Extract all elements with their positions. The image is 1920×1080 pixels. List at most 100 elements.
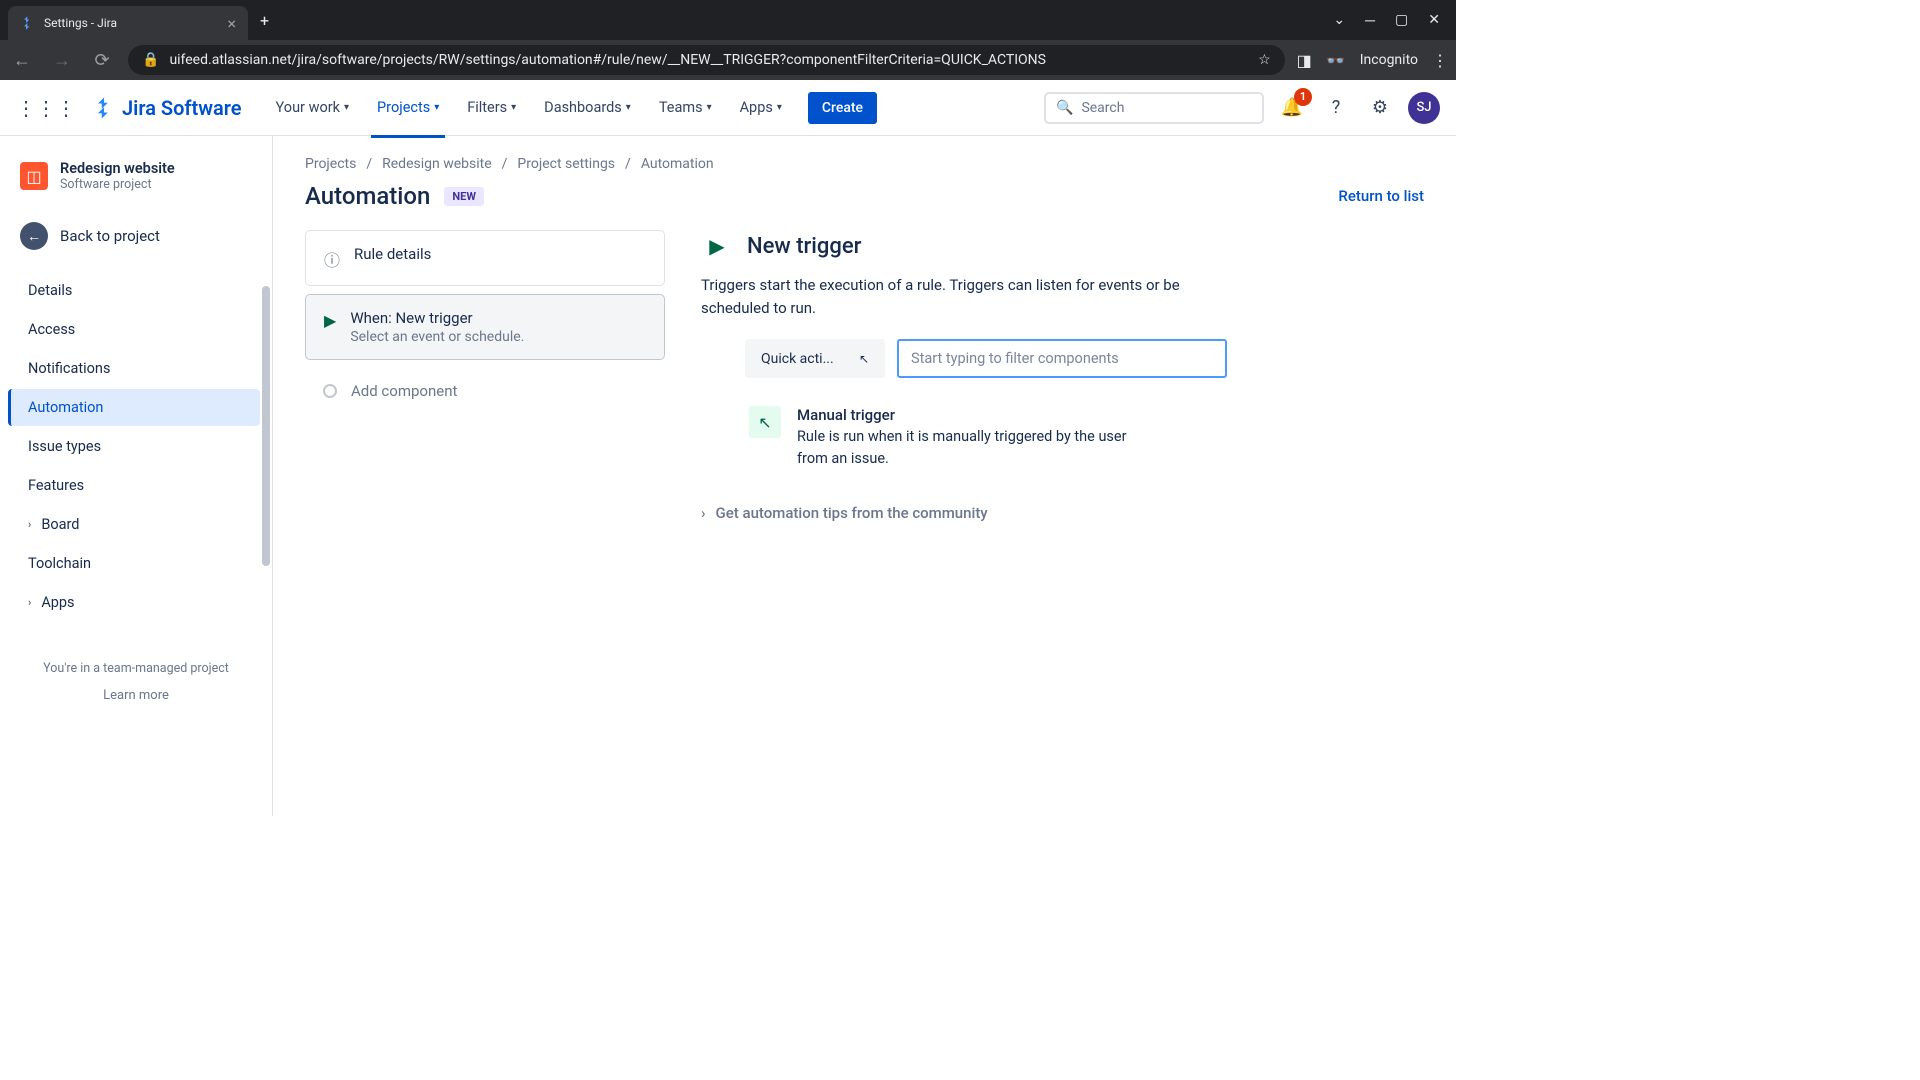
- new-badge: NEW: [444, 187, 484, 206]
- rule-details-card[interactable]: ⓘ Rule details: [305, 230, 665, 286]
- jira-header: ⋮⋮⋮ Jira Software Your work▾ Projects▾ F…: [0, 80, 1456, 136]
- chevron-down-icon: ▾: [344, 102, 349, 113]
- breadcrumb-projects[interactable]: Projects: [305, 156, 356, 172]
- chevron-right-icon: ›: [28, 518, 31, 531]
- filter-components-input[interactable]: [897, 339, 1227, 378]
- add-component-button[interactable]: Add component: [305, 368, 665, 414]
- project-icon: ◫: [20, 162, 48, 190]
- info-icon: ⓘ: [324, 247, 340, 271]
- help-button[interactable]: ?: [1320, 92, 1352, 124]
- nav-dashboards[interactable]: Dashboards▾: [534, 91, 641, 124]
- browser-tab[interactable]: Settings - Jira ×: [8, 6, 248, 40]
- star-icon[interactable]: ☆: [1258, 52, 1271, 68]
- product-name: Jira Software: [122, 96, 242, 120]
- trigger-description: Rule is run when it is manually triggere…: [797, 426, 1141, 470]
- search-input[interactable]: 🔍 Search: [1044, 92, 1264, 124]
- search-placeholder: Search: [1081, 100, 1124, 116]
- nav-projects[interactable]: Projects▾: [367, 91, 449, 124]
- back-to-project-link[interactable]: ← Back to project: [8, 212, 264, 260]
- play-icon: ▶: [324, 311, 336, 330]
- nav-teams[interactable]: Teams▾: [649, 91, 722, 124]
- browser-tab-bar: Settings - Jira × + ⌄ ─ ▢ ✕: [0, 0, 1456, 40]
- manual-trigger-icon: ↖: [749, 406, 781, 438]
- quick-actions-dropdown[interactable]: Quick acti... ↖: [745, 339, 885, 378]
- jira-logo[interactable]: Jira Software: [92, 96, 242, 120]
- forward-icon[interactable]: →: [48, 50, 76, 71]
- page-title: Automation: [305, 182, 430, 210]
- app-switcher-icon[interactable]: ⋮⋮⋮: [16, 96, 76, 120]
- settings-button[interactable]: ⚙: [1364, 92, 1396, 124]
- sidebar-item-apps[interactable]: ›Apps: [12, 584, 260, 621]
- incognito-icon: 👓: [1326, 51, 1346, 70]
- chevron-right-icon: ›: [28, 596, 31, 609]
- jira-logo-icon: [92, 96, 116, 120]
- back-icon[interactable]: ←: [8, 50, 36, 71]
- scrollbar[interactable]: [262, 286, 270, 566]
- new-tab-button[interactable]: +: [260, 11, 269, 30]
- chevron-down-icon: ▾: [511, 102, 516, 113]
- extensions-icon[interactable]: ◨: [1297, 51, 1312, 70]
- sidebar-item-notifications[interactable]: Notifications: [12, 350, 260, 387]
- address-bar[interactable]: 🔒 uifeed.atlassian.net/jira/software/pro…: [128, 45, 1285, 75]
- notifications-button[interactable]: 🔔 1: [1276, 92, 1308, 124]
- chevron-down-icon: ▾: [707, 102, 712, 113]
- create-button[interactable]: Create: [808, 92, 877, 124]
- sidebar-item-board[interactable]: ›Board: [12, 506, 260, 543]
- main-content: Projects/ Redesign website/ Project sett…: [273, 136, 1456, 816]
- cursor-icon: ↖: [859, 352, 869, 366]
- play-icon: ▶: [701, 230, 733, 262]
- sidebar-item-issue-types[interactable]: Issue types: [12, 428, 260, 465]
- rule-column: ⓘ Rule details ▶ When: New trigger Selec…: [305, 230, 665, 522]
- back-arrow-icon: ←: [20, 222, 48, 250]
- search-icon: 🔍: [1056, 100, 1073, 116]
- reload-icon[interactable]: ⟳: [88, 50, 116, 71]
- breadcrumb-project[interactable]: Redesign website: [382, 156, 492, 172]
- sidebar-footer: You're in a team-managed project Learn m…: [8, 661, 264, 703]
- chevron-down-icon: ▾: [777, 102, 782, 113]
- chevron-down-icon: ▾: [434, 102, 439, 113]
- nav-filters[interactable]: Filters▾: [457, 91, 526, 124]
- minimize-icon[interactable]: ─: [1365, 12, 1375, 29]
- jira-icon: [20, 15, 36, 31]
- chevron-down-icon: ▾: [626, 102, 631, 113]
- url-text: uifeed.atlassian.net/jira/software/proje…: [169, 52, 1248, 68]
- breadcrumb-settings[interactable]: Project settings: [517, 156, 615, 172]
- incognito-label: Incognito: [1360, 52, 1418, 68]
- automation-tips-link[interactable]: › Get automation tips from the community: [701, 504, 1424, 522]
- close-window-icon[interactable]: ✕: [1428, 12, 1440, 28]
- detail-description: Triggers start the execution of a rule. …: [701, 274, 1221, 319]
- breadcrumb: Projects/ Redesign website/ Project sett…: [305, 156, 1424, 172]
- manual-trigger-option[interactable]: ↖ Manual trigger Rule is run when it is …: [745, 402, 1145, 474]
- lock-icon: 🔒: [142, 52, 159, 68]
- project-header[interactable]: ◫ Redesign website Software project: [8, 152, 264, 200]
- return-to-list-link[interactable]: Return to list: [1338, 187, 1424, 205]
- menu-icon[interactable]: ⋮: [1432, 51, 1448, 70]
- sidebar-item-details[interactable]: Details: [12, 272, 260, 309]
- maximize-icon[interactable]: ▢: [1395, 12, 1408, 28]
- circle-icon: [323, 384, 337, 398]
- sidebar-item-access[interactable]: Access: [12, 311, 260, 348]
- avatar[interactable]: SJ: [1408, 92, 1440, 124]
- learn-more-link[interactable]: Learn more: [16, 688, 256, 703]
- browser-toolbar: ← → ⟳ 🔒 uifeed.atlassian.net/jira/softwa…: [0, 40, 1456, 80]
- project-type: Software project: [60, 177, 175, 192]
- trigger-detail-panel: ▶ New trigger Triggers start the executi…: [689, 230, 1424, 522]
- window-controls: ⌄ ─ ▢ ✕: [1333, 12, 1456, 29]
- nav-apps[interactable]: Apps▾: [730, 91, 792, 124]
- sidebar-item-toolchain[interactable]: Toolchain: [12, 545, 260, 582]
- help-icon: ?: [1332, 97, 1341, 118]
- nav-your-work[interactable]: Your work▾: [266, 91, 359, 124]
- sidebar-item-features[interactable]: Features: [12, 467, 260, 504]
- close-tab-icon[interactable]: ×: [227, 14, 236, 33]
- trigger-name: Manual trigger: [797, 406, 1141, 424]
- notification-badge: 1: [1294, 88, 1312, 106]
- tab-dropdown-icon[interactable]: ⌄: [1333, 12, 1345, 28]
- breadcrumb-automation[interactable]: Automation: [641, 156, 714, 172]
- when-trigger-card[interactable]: ▶ When: New trigger Select an event or s…: [305, 294, 665, 360]
- gear-icon: ⚙: [1372, 97, 1388, 118]
- sidebar: ◫ Redesign website Software project ← Ba…: [0, 136, 273, 816]
- sidebar-item-automation[interactable]: Automation: [8, 389, 260, 426]
- project-name: Redesign website: [60, 160, 175, 177]
- detail-title: New trigger: [747, 234, 861, 259]
- chevron-right-icon: ›: [701, 504, 706, 522]
